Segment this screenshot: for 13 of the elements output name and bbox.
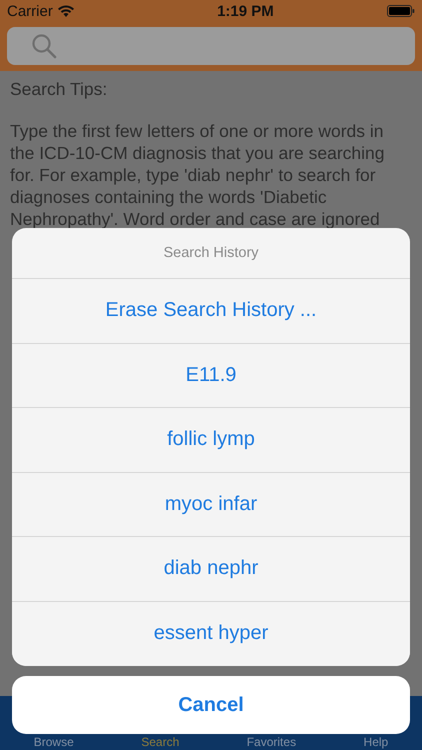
battery-icon xyxy=(386,5,415,17)
search-icon xyxy=(31,33,57,59)
cancel-button[interactable]: Cancel xyxy=(12,676,410,734)
wifi-icon xyxy=(58,5,74,17)
tab-label[interactable]: Favorites xyxy=(246,735,296,749)
tab-label[interactable]: Help xyxy=(364,735,388,749)
tab-label[interactable]: Search xyxy=(141,735,180,749)
search-field[interactable] xyxy=(7,27,415,65)
status-time: 1:19 PM xyxy=(217,2,274,20)
carrier-name: Carrier xyxy=(7,2,53,20)
tab-label[interactable]: Browse xyxy=(34,735,74,749)
tips-title: Search Tips: xyxy=(10,79,108,99)
tips-text: Type the first few letters of one or more words in the ICD-10-CM diagnosis that you are searching for. For example, type 'diab nephr' to search for diagnoses containing the words 'Diabetic Nephropathy'. Word order and case are ignored xyxy=(10,120,386,230)
